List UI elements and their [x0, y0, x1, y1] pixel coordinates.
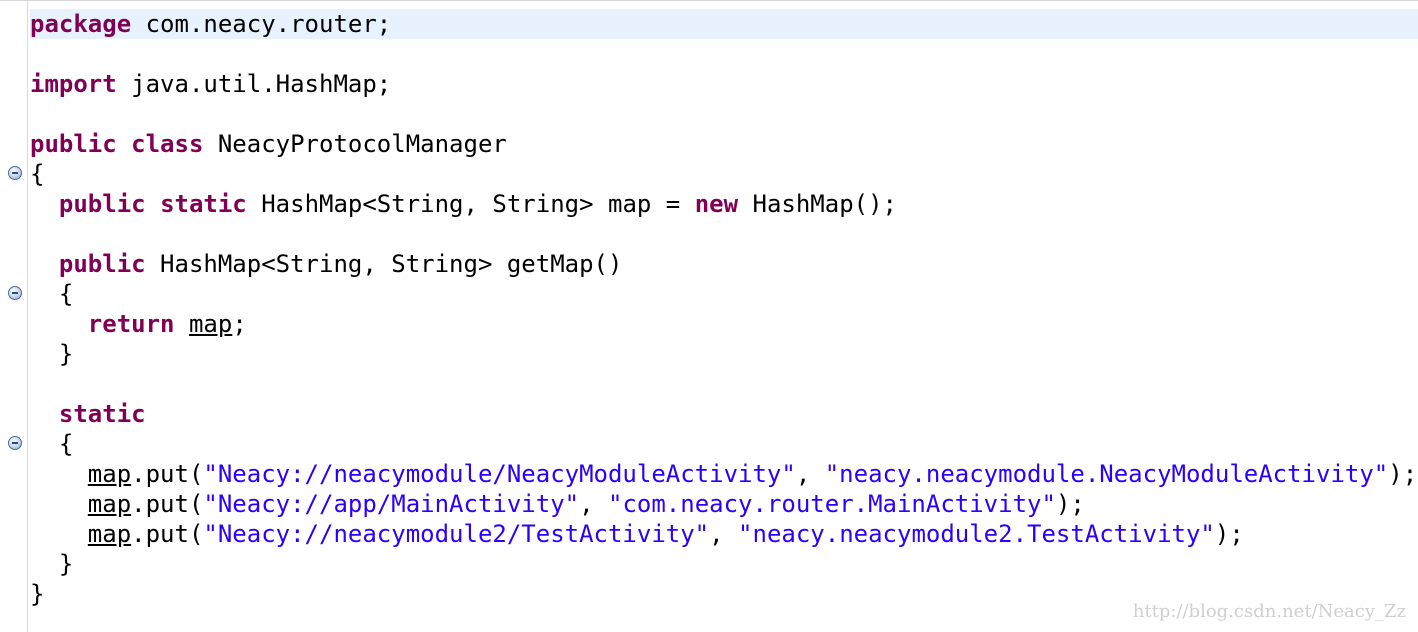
code-text[interactable]: package com.neacy.router; import java.ut… — [30, 9, 1418, 609]
fold-getmap-body-icon[interactable] — [8, 286, 22, 300]
code-text-segment: , — [795, 460, 825, 488]
brace: { — [30, 160, 45, 188]
keyword: import — [30, 70, 117, 98]
string-literal: "Neacy://neacymodule/NeacyModuleActivity… — [203, 460, 796, 488]
code-text-segment: , — [709, 520, 739, 548]
code-line-7[interactable]: public static HashMap<String, String> ma… — [30, 189, 1418, 219]
code-text-segment: com.neacy.router; — [131, 10, 392, 38]
code-text-segment: .put( — [131, 490, 204, 518]
field-reference: map — [87, 490, 132, 518]
code-line-15[interactable]: { — [30, 429, 1418, 459]
code-line-5[interactable]: public class NeacyProtocolManager — [30, 129, 1418, 159]
code-text-segment: HashMap<String, String> getMap() — [145, 250, 623, 278]
keyword: public — [58, 190, 146, 218]
code-text-segment: , — [579, 490, 608, 518]
code-text-segment: .put( — [131, 520, 204, 548]
code-text-segment: .put( — [131, 460, 204, 488]
code-line-13[interactable] — [30, 369, 1418, 399]
code-editor[interactable]: package com.neacy.router; import java.ut… — [0, 0, 1418, 632]
code-line-14[interactable]: static — [30, 399, 1418, 429]
keyword: return — [87, 310, 175, 338]
code-line-9[interactable]: public HashMap<String, String> getMap() — [30, 249, 1418, 279]
brace: } — [58, 340, 74, 368]
keyword: new — [694, 190, 739, 218]
keyword: static — [160, 190, 247, 218]
code-line-10[interactable]: { — [30, 279, 1418, 309]
code-text-segment: HashMap(); — [738, 190, 898, 218]
code-line-12[interactable]: } — [30, 339, 1418, 369]
code-line-17[interactable]: map.put("Neacy://app/MainActivity", "com… — [30, 489, 1418, 519]
string-literal: "Neacy://app/MainActivity" — [203, 490, 580, 518]
code-text-segment: ); — [1055, 490, 1085, 518]
code-line-1[interactable]: package com.neacy.router; — [30, 9, 1418, 39]
keyword: public — [30, 130, 117, 158]
code-text-segment: java.util.HashMap; — [116, 70, 392, 98]
code-text-segment: HashMap<String, String> map = — [246, 190, 695, 218]
string-literal: "Neacy://neacymodule2/TestActivity" — [203, 520, 710, 548]
keyword: package — [30, 10, 132, 38]
folding-ruler — [0, 1, 28, 632]
field-reference: map — [87, 460, 132, 488]
brace: { — [58, 280, 74, 308]
code-line-19[interactable]: } — [30, 549, 1418, 579]
code-line-16[interactable]: map.put("Neacy://neacymodule/NeacyModule… — [30, 459, 1418, 489]
brace: } — [58, 550, 74, 578]
field-reference: map — [188, 310, 233, 338]
code-line-2[interactable] — [30, 39, 1418, 69]
string-literal: "neacy.neacymodule.NeacyModuleActivity" — [824, 460, 1389, 488]
code-line-4[interactable] — [30, 99, 1418, 129]
code-text-segment: ); — [1214, 520, 1244, 548]
class-name: NeacyProtocolManager — [203, 130, 507, 158]
brace: { — [58, 430, 74, 458]
watermark: http://blog.csdn.net/Neacy_Zz — [1132, 601, 1406, 622]
string-literal: "com.neacy.router.MainActivity" — [608, 490, 1056, 518]
code-line-8[interactable] — [30, 219, 1418, 249]
string-literal: "neacy.neacymodule2.TestActivity" — [738, 520, 1215, 548]
keyword: class — [131, 130, 204, 158]
field-reference: map — [87, 520, 132, 548]
brace: } — [30, 580, 45, 608]
code-line-18[interactable]: map.put("Neacy://neacymodule2/TestActivi… — [30, 519, 1418, 549]
code-text-segment: ; — [232, 310, 247, 338]
code-text-segment: ); — [1388, 460, 1418, 488]
code-line-3[interactable]: import java.util.HashMap; — [30, 69, 1418, 99]
code-line-11[interactable]: return map; — [30, 309, 1418, 339]
code-line-6[interactable]: { — [30, 159, 1418, 189]
keyword: public — [58, 250, 146, 278]
keyword: static — [58, 400, 146, 428]
fold-class-body-icon[interactable] — [8, 166, 22, 180]
fold-static-block-icon[interactable] — [8, 436, 22, 450]
